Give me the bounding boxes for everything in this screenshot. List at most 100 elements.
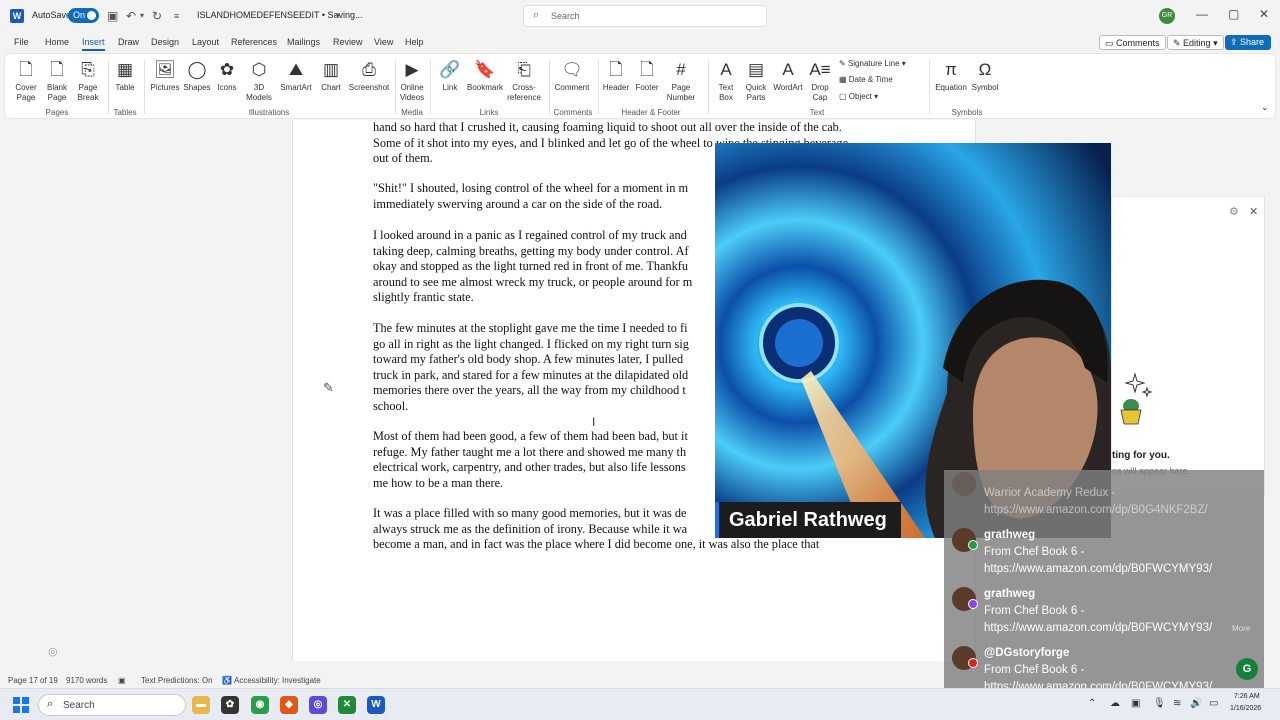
symbol-button[interactable]: Ω Symbol (969, 58, 1001, 93)
tab-references[interactable]: References (231, 37, 277, 47)
avatar[interactable]: GR (1159, 8, 1175, 24)
drop-cap-button[interactable]: A≡ Drop Cap (805, 58, 835, 103)
clock-time[interactable]: 7:26 AM (1234, 693, 1260, 700)
shapes-icon: ◯ (187, 60, 207, 79)
text-line: hand so hard that I crushed it, causing … (373, 120, 842, 134)
battery-icon[interactable]: ▭ (1209, 698, 1218, 709)
cover-page-button[interactable]: 🗋 Cover Page (11, 58, 41, 103)
bookmark-icon: 🔖 (474, 60, 496, 79)
tab-review[interactable]: Review (333, 37, 363, 47)
date-time-button[interactable]: ▦ Date & Time (839, 75, 893, 84)
chrome-icon[interactable]: ◉ (251, 696, 269, 714)
onedrive-icon[interactable]: ☁ (1110, 698, 1120, 709)
undo-icon[interactable]: ↶ (126, 9, 136, 23)
chart-button[interactable]: ▥ Chart (317, 58, 345, 93)
tab-help[interactable]: Help (405, 37, 424, 47)
link-button[interactable]: 🔗 Link (435, 58, 465, 93)
table-button[interactable]: ▦ Table (111, 58, 139, 93)
signature-line-button[interactable]: ✎ Signature Line ▾ (839, 59, 906, 68)
tab-view[interactable]: View (374, 37, 393, 47)
clock-date[interactable]: 1/16/2026 (1230, 705, 1261, 712)
tab-layout[interactable]: Layout (192, 37, 219, 47)
chatgpt-icon[interactable]: ✿ (221, 696, 239, 714)
gear-icon[interactable]: ⚙ (1229, 205, 1239, 218)
footer-button[interactable]: 🗋 Footer (632, 58, 662, 93)
comments-button[interactable]: ▭ Comments (1099, 35, 1166, 50)
windows-start-icon[interactable] (13, 697, 29, 713)
wordart-button[interactable]: A WordArt (772, 58, 804, 93)
page-number-button[interactable]: # Page Number (663, 58, 699, 103)
page-count[interactable]: Page 17 of 19 (8, 676, 58, 685)
editing-mode-button[interactable]: ✎ Editing ▾ (1167, 35, 1224, 50)
tray-chevron-icon[interactable]: ⌃ (1088, 698, 1096, 709)
file-explorer-icon[interactable]: ▬ (192, 696, 210, 714)
quick-parts-button[interactable]: ▤ Quick Parts (741, 58, 771, 103)
chat-username: grathweg (984, 529, 1036, 541)
volume-icon[interactable]: 🔊 (1190, 698, 1202, 709)
chat-message-link[interactable]: https://www.amazon.com/dp/B0FWCYMY93/ (984, 620, 1212, 637)
tab-file[interactable]: File (14, 37, 29, 47)
xbox-icon[interactable]: ✕ (338, 696, 356, 714)
page-break-icon: ⎘ (81, 60, 95, 79)
smartart-button[interactable]: ⛰ SmartArt (278, 58, 314, 93)
accessibility-status[interactable]: Accessibility: Investigate (234, 676, 321, 685)
tab-draw[interactable]: Draw (118, 37, 139, 47)
blank-page-button[interactable]: 🗋 Blank Page (43, 58, 71, 103)
word-count[interactable]: 9170 words (66, 676, 107, 685)
obs-icon[interactable]: ◎ (309, 696, 327, 714)
twitch-badge-icon (968, 599, 978, 609)
collapse-ribbon-icon[interactable]: ⌄ (1261, 102, 1269, 113)
focus-icon[interactable]: ◎ (48, 645, 58, 658)
tab-insert[interactable]: Insert (82, 37, 105, 51)
brave-icon[interactable]: ◆ (280, 696, 298, 714)
save-icon[interactable]: ▣ (107, 9, 118, 23)
icons-icon: ✿ (219, 60, 235, 79)
minimize-icon[interactable]: — (1196, 7, 1208, 21)
equation-button[interactable]: π Equation (933, 58, 969, 93)
undo-dropdown-icon[interactable]: ▾ (140, 9, 144, 23)
page-break-button[interactable]: ⎘ Page Break (73, 58, 103, 103)
word-taskbar-icon[interactable]: W (367, 696, 385, 714)
more-label[interactable]: More (1232, 624, 1250, 633)
tab-mailings[interactable]: Mailings (287, 37, 320, 47)
icons-button[interactable]: ✿ Icons (214, 58, 240, 93)
chat-message-link[interactable]: https://www.amazon.com/dp/B0FWCYMY93/ (984, 679, 1212, 688)
close-icon[interactable]: ✕ (1249, 205, 1258, 218)
screenshot-button[interactable]: ⎙ Screenshot (347, 58, 391, 93)
shapes-button[interactable]: ◯ Shapes (182, 58, 212, 93)
redo-icon[interactable]: ↻ (152, 9, 162, 23)
tab-design[interactable]: Design (151, 37, 179, 47)
microphone-icon[interactable]: 🎙 (1153, 698, 1166, 709)
maximize-icon[interactable]: ▢ (1228, 7, 1239, 21)
draw-pen-icon[interactable]: ✎ (323, 380, 334, 396)
title-dropdown-icon[interactable]: ▾ (336, 9, 340, 23)
chat-message-link[interactable]: https://www.amazon.com/dp/B0G4NKF2BZ/ (984, 502, 1208, 519)
close-icon[interactable]: ✕ (1259, 7, 1269, 21)
chat-message-link[interactable]: https://www.amazon.com/dp/B0FWCYMY93/ (984, 561, 1212, 578)
proofing-icon[interactable]: ▣ (118, 676, 126, 685)
text-box-button[interactable]: A Text Box (712, 58, 740, 103)
grammarly-icon[interactable]: G (1236, 658, 1258, 680)
3d-models-button[interactable]: ⬡ 3D Models (242, 58, 276, 103)
link-label: Link (442, 83, 458, 92)
cross-reference-button[interactable]: ⎗ Cross-reference (505, 58, 543, 103)
online-videos-button[interactable]: ▶ Online Videos (397, 58, 427, 103)
share-button[interactable]: ⇪ Share (1225, 35, 1271, 50)
header-button[interactable]: 🗋 Header (601, 58, 631, 93)
drop-cap-label: Drop Cap (811, 83, 829, 102)
taskbar-search[interactable]: ⌕ Search (38, 694, 186, 716)
pictures-button[interactable]: 🖼 Pictures (149, 58, 181, 93)
group-comments-label: Comments (553, 108, 593, 117)
footer-label: Footer (635, 83, 659, 92)
bookmark-button[interactable]: 🔖 Bookmark (466, 58, 504, 93)
customize-toolbar-icon[interactable]: ≡ (174, 9, 179, 23)
object-button[interactable]: ▢ Object ▾ (839, 92, 878, 101)
wifi-icon[interactable]: ≋ (1173, 698, 1181, 709)
separator (598, 60, 599, 114)
tab-home[interactable]: Home (45, 37, 69, 47)
tray-app-icon[interactable]: ▣ (1131, 698, 1140, 709)
autosave-toggle[interactable]: On (68, 8, 99, 23)
comment-button[interactable]: 🗨 Comment (553, 58, 591, 93)
text-predictions-status[interactable]: Text Predictions: On (141, 676, 213, 685)
search-input[interactable]: ⌕ Search (523, 5, 767, 27)
